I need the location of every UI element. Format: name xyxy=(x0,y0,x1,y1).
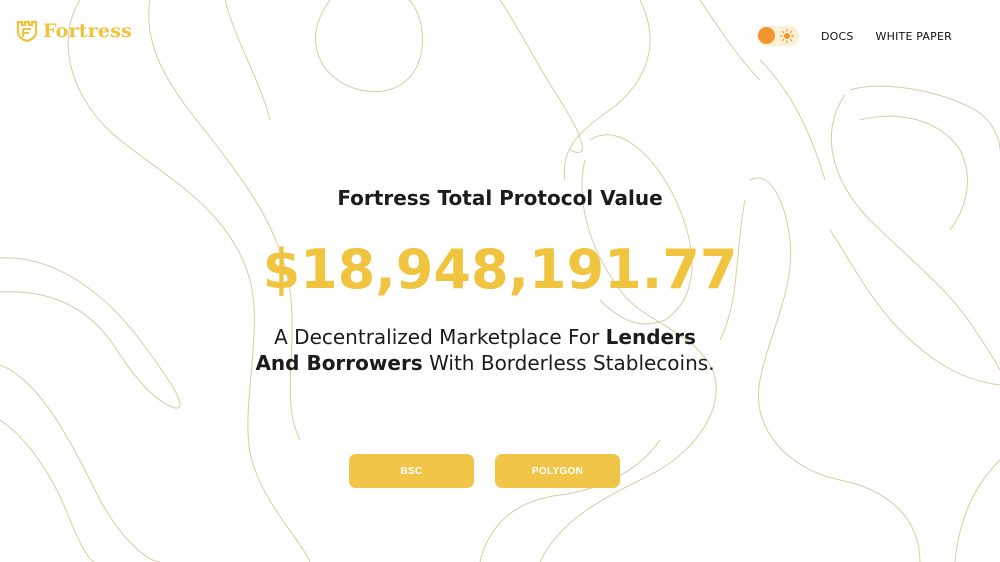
page: Fortress DOCS WHITE PAPER Fortress Total… xyxy=(0,0,1000,562)
tagline-part2: With Borderless Stablecoins. xyxy=(422,351,715,375)
hero-tagline: A Decentralized Marketplace For Lenders … xyxy=(255,324,715,376)
nav-docs-link[interactable]: DOCS xyxy=(821,30,854,43)
total-protocol-value: $18,948,191.77 xyxy=(262,238,738,301)
tagline-part1: A Decentralized Marketplace For xyxy=(274,325,606,349)
top-nav: DOCS WHITE PAPER xyxy=(756,26,952,46)
logo-text: Fortress xyxy=(43,20,133,42)
bsc-button[interactable]: BSC xyxy=(349,454,474,488)
nav-whitepaper-link[interactable]: WHITE PAPER xyxy=(876,30,952,43)
sun-icon xyxy=(779,28,795,44)
toggle-knob xyxy=(757,27,775,44)
fortress-logo[interactable]: Fortress xyxy=(16,20,132,42)
theme-toggle[interactable] xyxy=(756,26,799,46)
protocol-value-title: Fortress Total Protocol Value xyxy=(337,186,663,210)
polygon-button[interactable]: POLYGON xyxy=(495,454,620,488)
fortress-shield-icon xyxy=(16,20,38,42)
